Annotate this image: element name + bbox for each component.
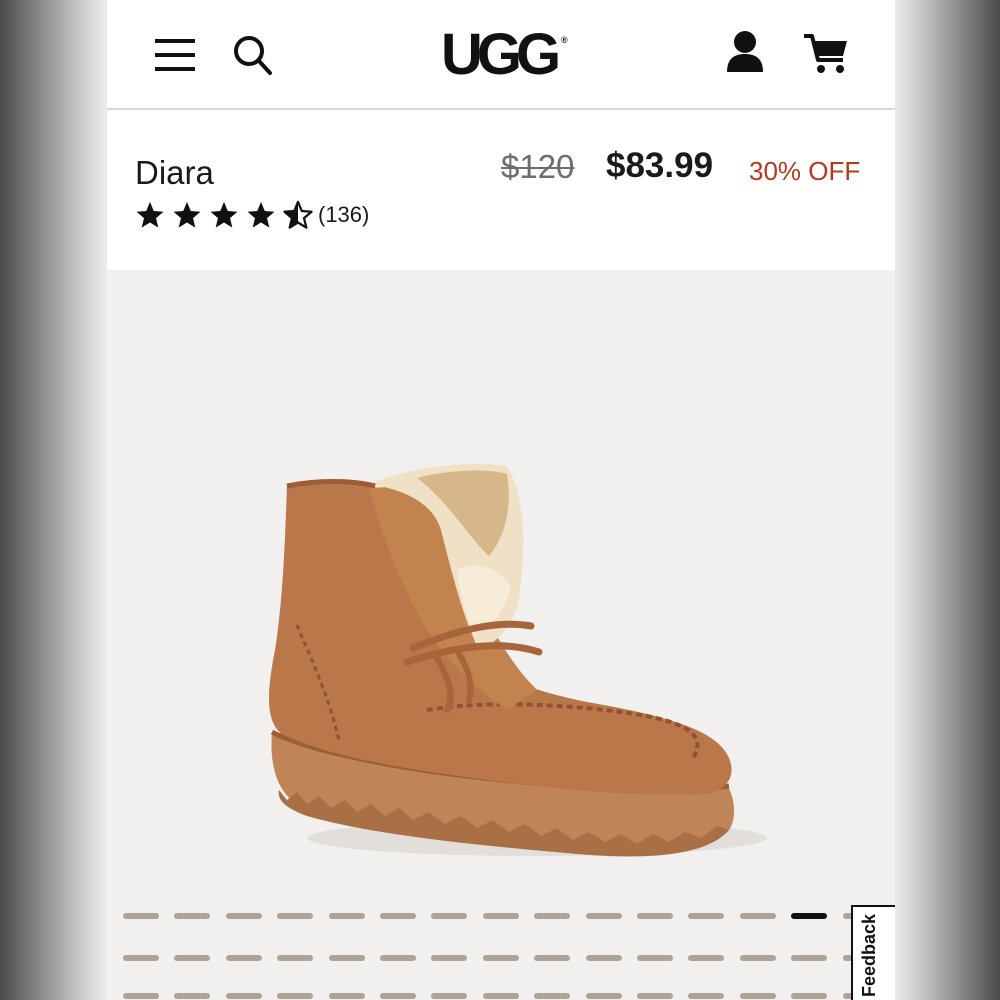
carousel-dot[interactable] bbox=[739, 955, 776, 961]
star-full-icon bbox=[247, 201, 275, 228]
carousel-indicator-row-1 bbox=[123, 913, 883, 921]
carousel-dot[interactable] bbox=[225, 993, 262, 999]
carousel-dot[interactable] bbox=[739, 993, 776, 999]
carousel-dot[interactable] bbox=[688, 955, 725, 961]
carousel-dot[interactable] bbox=[637, 955, 673, 961]
product-image-boot[interactable] bbox=[107, 270, 895, 890]
carousel-dot[interactable] bbox=[431, 955, 468, 961]
carousel-dot[interactable] bbox=[534, 913, 571, 919]
ugg-logo[interactable]: UGG ® bbox=[433, 22, 568, 88]
star-full-icon bbox=[173, 201, 201, 228]
carousel-dot[interactable] bbox=[277, 913, 314, 919]
carousel-dot[interactable] bbox=[431, 993, 468, 999]
carousel-dot[interactable] bbox=[791, 955, 828, 961]
carousel-dot[interactable] bbox=[380, 955, 416, 961]
hamburger-menu-icon[interactable] bbox=[155, 38, 195, 72]
carousel-dot[interactable] bbox=[123, 993, 159, 999]
carousel-dot[interactable] bbox=[328, 993, 365, 999]
discount-badge: 30% OFF bbox=[749, 156, 861, 186]
carousel-dot[interactable] bbox=[431, 913, 468, 919]
carousel-dot[interactable] bbox=[482, 955, 519, 961]
shopping-cart-icon[interactable] bbox=[803, 32, 849, 76]
carousel-dot[interactable] bbox=[534, 993, 571, 999]
carousel-dot[interactable] bbox=[174, 993, 211, 999]
carousel-dot[interactable] bbox=[688, 913, 725, 919]
carousel-dot[interactable] bbox=[225, 955, 262, 961]
carousel-dot[interactable] bbox=[482, 993, 519, 999]
sale-price: $83.99 bbox=[606, 146, 714, 185]
carousel-dot[interactable] bbox=[174, 913, 211, 919]
product-summary: Diara (136) $120 $83.99 30% OFF bbox=[107, 110, 895, 270]
carousel-dot[interactable] bbox=[328, 955, 365, 961]
carousel-dot[interactable] bbox=[585, 913, 622, 919]
star-rating[interactable]: (136) bbox=[135, 198, 369, 232]
carousel-dot[interactable] bbox=[123, 955, 159, 961]
review-count[interactable]: (136) bbox=[318, 202, 369, 228]
carousel-dot[interactable] bbox=[534, 955, 571, 961]
search-icon[interactable] bbox=[233, 34, 273, 76]
feedback-tab[interactable]: Feedback bbox=[851, 905, 895, 1000]
star-full-icon bbox=[210, 201, 238, 228]
product-name: Diara bbox=[135, 154, 214, 191]
user-account-icon[interactable] bbox=[725, 30, 765, 74]
carousel-dot[interactable] bbox=[380, 993, 416, 999]
star-half-icon bbox=[283, 200, 313, 229]
top-nav-bar: UGG ® bbox=[107, 0, 895, 110]
carousel-dot[interactable] bbox=[637, 993, 673, 999]
carousel-dot[interactable] bbox=[791, 993, 828, 999]
feedback-label: Feedback bbox=[859, 913, 879, 997]
carousel-dot[interactable] bbox=[174, 955, 211, 961]
carousel-dot[interactable] bbox=[791, 913, 828, 919]
carousel-dot[interactable] bbox=[277, 993, 314, 999]
logo-text: UGG bbox=[440, 22, 561, 87]
carousel-dot[interactable] bbox=[225, 913, 262, 919]
carousel-dot[interactable] bbox=[328, 913, 365, 919]
carousel-dot[interactable] bbox=[123, 913, 159, 919]
carousel-indicator-row-3 bbox=[123, 993, 883, 1000]
carousel-dot[interactable] bbox=[277, 955, 314, 961]
carousel-dot[interactable] bbox=[482, 913, 519, 919]
carousel-dot[interactable] bbox=[637, 913, 673, 919]
carousel-dot[interactable] bbox=[688, 993, 725, 999]
carousel-dot[interactable] bbox=[380, 913, 416, 919]
star-full-icon bbox=[136, 201, 164, 228]
carousel-indicator-row-2 bbox=[123, 955, 883, 963]
phone-screen: UGG ® Diara (136) $120 $83.99 30% OFF Fe… bbox=[107, 0, 895, 1000]
carousel-dot[interactable] bbox=[739, 913, 776, 919]
original-price: $120 bbox=[501, 148, 575, 185]
carousel-dot[interactable] bbox=[585, 955, 622, 961]
registered-mark: ® bbox=[561, 35, 568, 45]
carousel-dot[interactable] bbox=[585, 993, 622, 999]
